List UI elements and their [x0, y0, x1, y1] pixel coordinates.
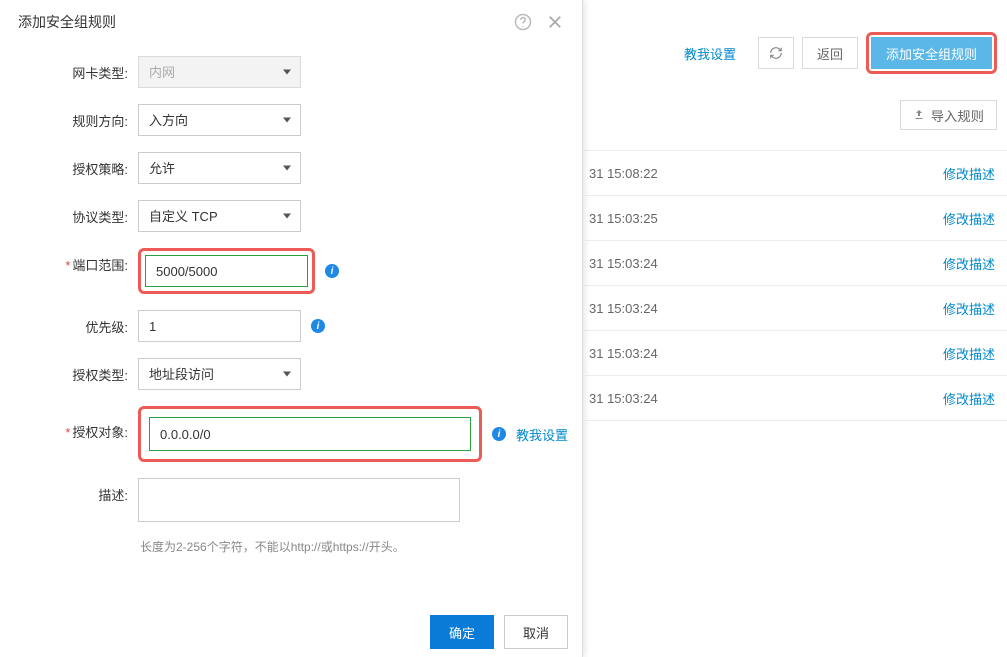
row-auth-type: 授权类型: 地址段访问 [0, 358, 582, 390]
proto-type-select[interactable]: 自定义 TCP [138, 200, 301, 232]
info-icon[interactable]: i [325, 264, 339, 278]
label-proto-type: 协议类型: [0, 200, 138, 226]
row-description: 描述: 长度为2-256个字符，不能以http://或https://开头。 [0, 478, 582, 555]
row-action-link[interactable]: 修改描述 [943, 299, 995, 318]
priority-input[interactable] [138, 310, 301, 342]
port-range-highlight [138, 248, 315, 294]
row-time: 31 15:03:24 [589, 256, 658, 271]
row-rule-dir: 规则方向: 入方向 [0, 104, 582, 136]
ok-button[interactable]: 确定 [430, 615, 494, 649]
info-icon[interactable]: i [311, 319, 325, 333]
row-action-link[interactable]: 修改描述 [943, 209, 995, 228]
description-textarea[interactable] [138, 478, 460, 522]
auth-object-input[interactable] [149, 417, 471, 451]
row-action-link[interactable]: 修改描述 [943, 344, 995, 363]
dialog-title: 添加安全组规则 [18, 12, 116, 32]
label-description: 描述: [0, 478, 138, 504]
dialog-body: 网卡类型: 内网 规则方向: 入方向 授权策略: [0, 46, 582, 555]
row-action-link[interactable]: 修改描述 [943, 254, 995, 273]
row-action-link[interactable]: 修改描述 [943, 389, 995, 408]
description-hint: 长度为2-256个字符，不能以http://或https://开头。 [140, 538, 405, 555]
table-row: 31 15:08:22 修改描述 [585, 151, 1007, 196]
bg-teach-link[interactable]: 教我设置 [670, 37, 750, 69]
label-priority: 优先级: [0, 310, 138, 336]
bg-toolbar: 教我设置 返回 添加安全组规则 [585, 0, 1007, 94]
table-row: 31 15:03:24 修改描述 [585, 286, 1007, 331]
table-row: 31 15:03:24 修改描述 [585, 331, 1007, 376]
import-rules-label: 导入规则 [931, 106, 984, 125]
import-rules-button[interactable]: 导入规则 [900, 100, 997, 130]
label-auth-object: *授权对象: [0, 406, 138, 441]
row-action-link[interactable]: 修改描述 [943, 164, 995, 183]
port-range-input[interactable] [145, 255, 308, 287]
back-button[interactable]: 返回 [802, 37, 858, 69]
refresh-button[interactable] [758, 37, 794, 69]
help-icon[interactable] [514, 13, 532, 31]
bg-import-row: 导入规则 [585, 94, 1007, 150]
label-nic-type: 网卡类型: [0, 56, 138, 82]
nic-type-select: 内网 [138, 56, 301, 88]
add-rule-button[interactable]: 添加安全组规则 [871, 37, 992, 69]
row-time: 31 15:03:24 [589, 391, 658, 406]
label-rule-dir: 规则方向: [0, 104, 138, 130]
bg-table: 31 15:08:22 修改描述 31 15:03:25 修改描述 31 15:… [585, 150, 1007, 421]
info-icon[interactable]: i [492, 427, 506, 441]
refresh-icon [769, 46, 783, 60]
row-port-range: *端口范围: i [0, 248, 582, 294]
auth-type-select[interactable]: 地址段访问 [138, 358, 301, 390]
auth-policy-select[interactable]: 允许 [138, 152, 301, 184]
cancel-button[interactable]: 取消 [504, 615, 568, 649]
row-proto-type: 协议类型: 自定义 TCP [0, 200, 582, 232]
close-icon[interactable] [546, 13, 564, 31]
auth-object-highlight [138, 406, 482, 462]
dialog-footer: 确定 取消 [430, 615, 568, 649]
table-row: 31 15:03:24 修改描述 [585, 376, 1007, 421]
add-rule-highlight: 添加安全组规则 [866, 32, 997, 74]
background-page: 教我设置 返回 添加安全组规则 导入规则 31 15:08:22 修改描述 31… [585, 0, 1007, 657]
rule-dir-select[interactable]: 入方向 [138, 104, 301, 136]
table-row: 31 15:03:25 修改描述 [585, 196, 1007, 241]
dialog-header-icons [514, 13, 564, 31]
row-nic-type: 网卡类型: 内网 [0, 56, 582, 88]
dialog-header: 添加安全组规则 [0, 0, 582, 46]
row-time: 31 15:03:24 [589, 301, 658, 316]
row-time: 31 15:03:24 [589, 346, 658, 361]
upload-icon [913, 109, 925, 121]
table-row: 31 15:03:24 修改描述 [585, 241, 1007, 286]
row-time: 31 15:08:22 [589, 166, 658, 181]
teach-me-link[interactable]: 教我设置 [516, 425, 568, 444]
label-port-range: *端口范围: [0, 248, 138, 274]
row-time: 31 15:03:25 [589, 211, 658, 226]
label-auth-type: 授权类型: [0, 358, 138, 384]
row-auth-object: *授权对象: i 教我设置 [0, 406, 582, 462]
row-auth-policy: 授权策略: 允许 [0, 152, 582, 184]
row-priority: 优先级: i [0, 310, 582, 342]
label-auth-policy: 授权策略: [0, 152, 138, 178]
add-rule-dialog: 添加安全组规则 网卡类型: 内网 规则方向: [0, 0, 583, 657]
